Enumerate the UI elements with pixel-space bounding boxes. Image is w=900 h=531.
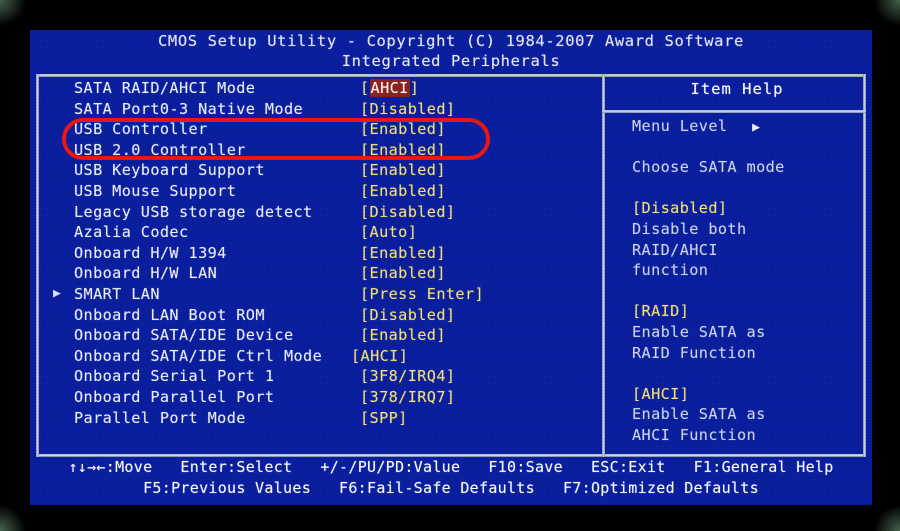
key-legend-line-2: F5:Previous Values F6:Fail-Safe Defaults…	[143, 479, 759, 497]
bios-setup-screen: CMOS Setup Utility - Copyright (C) 1984-…	[30, 30, 872, 505]
settings-list[interactable]: SATA RAID/AHCI Mode [AHCI] SATA Port0-3 Na…	[36, 78, 598, 478]
help-spacer	[632, 363, 862, 384]
setting-value[interactable]: [Enabled]	[360, 140, 446, 161]
setting-label: USB Controller	[74, 120, 208, 139]
key-legend-line-1: ↑↓→←:Move Enter:Select +/-/PU/PD:Value F…	[68, 458, 834, 476]
help-option-line: Enable SATA as	[632, 405, 766, 424]
help-description: Choose SATA mode	[632, 158, 785, 177]
setting-row[interactable]: Onboard H/W 1394 [Enabled]	[36, 243, 598, 264]
menu-level-row: Menu Level ▶	[632, 116, 862, 137]
setting-value[interactable]: [Enabled]	[360, 181, 446, 202]
setting-row[interactable]: Azalia Codec [Auto]	[36, 222, 598, 243]
setting-row[interactable]: ▶ SMART LAN [Press Enter]	[36, 284, 598, 305]
setting-row[interactable]: USB Keyboard Support [Enabled]	[36, 160, 598, 181]
key-legend-footer: ↑↓→←:Move Enter:Select +/-/PU/PD:Value F…	[30, 457, 872, 499]
setting-value[interactable]: [Enabled]	[360, 119, 446, 140]
value-bracket-open: [	[360, 79, 370, 97]
setting-label: Onboard LAN Boot ROM	[74, 305, 265, 324]
panel-divider	[602, 74, 605, 457]
setting-label: Azalia Codec	[74, 223, 189, 242]
setting-label: Onboard SATA/IDE Ctrl Mode	[74, 346, 323, 365]
setting-row[interactable]: Onboard SATA/IDE Ctrl Mode [AHCI]	[36, 346, 598, 367]
bios-header: CMOS Setup Utility - Copyright (C) 1984-…	[30, 30, 872, 71]
setting-row[interactable]: Onboard LAN Boot ROM [Disabled]	[36, 305, 598, 326]
item-help-title: Item Help	[690, 80, 784, 98]
setting-value[interactable]: [Enabled]	[360, 160, 446, 181]
help-option-line: RAID Function	[632, 343, 757, 362]
setting-label: USB Mouse Support	[74, 181, 237, 200]
setting-value[interactable]: [Press Enter]	[360, 284, 484, 305]
monitor-frame: CMOS Setup Utility - Copyright (C) 1984-…	[0, 0, 900, 531]
setting-label: Legacy USB storage detect	[74, 202, 313, 221]
help-spacer	[632, 281, 862, 302]
help-option-name: [RAID]	[632, 302, 690, 321]
setting-row[interactable]: SATA Port0-3 Native Mode [Disabled]	[36, 99, 598, 120]
panel-border-top	[36, 74, 866, 77]
item-help-panel: Item Help Menu Level ▶ Choose SATA mode …	[608, 78, 866, 478]
setting-value[interactable]: [Auto]	[360, 222, 417, 243]
setting-label: SATA Port0-3 Native Mode	[74, 99, 304, 118]
menu-level-text: Menu Level	[632, 117, 728, 135]
setting-label: SMART LAN	[74, 284, 160, 303]
setting-label: Onboard Serial Port 1	[74, 367, 275, 386]
help-option-line: Disable both	[632, 219, 747, 238]
setting-row[interactable]: Onboard SATA/IDE Device [Enabled]	[36, 325, 598, 346]
setting-label: Onboard SATA/IDE Device	[74, 326, 294, 345]
menu-level-arrow-icon: ▶	[727, 120, 761, 135]
setting-value[interactable]: [Disabled]	[360, 99, 455, 120]
help-option-line: AHCI Function	[632, 425, 757, 444]
setting-label: Onboard H/W LAN	[74, 264, 218, 283]
help-option-name: [Disabled]	[632, 199, 728, 218]
setting-value[interactable]: [SPP]	[360, 408, 408, 429]
setting-label: Parallel Port Mode	[74, 408, 246, 427]
help-option-line: Enable SATA as	[632, 322, 766, 341]
setting-value[interactable]: [Enabled]	[360, 325, 446, 346]
setting-value[interactable]: [3F8/IRQ4]	[360, 366, 455, 387]
setting-value[interactable]: [Enabled]	[360, 243, 446, 264]
setting-label: USB Keyboard Support	[74, 161, 265, 180]
setting-row[interactable]: USB Mouse Support [Enabled]	[36, 181, 598, 202]
help-option-name: [AHCI]	[632, 384, 690, 403]
setting-value[interactable]: [Disabled]	[360, 202, 455, 223]
submenu-arrow-icon: ▶	[53, 285, 62, 301]
setting-label: SATA RAID/AHCI Mode	[74, 79, 256, 97]
setting-row[interactable]: Legacy USB storage detect [Disabled]	[36, 202, 598, 223]
help-option-line: function	[632, 261, 709, 280]
setting-value[interactable]: [AHCI]	[360, 78, 419, 99]
setting-row[interactable]: SATA RAID/AHCI Mode [AHCI]	[36, 78, 598, 99]
item-help-body: Menu Level ▶ Choose SATA mode [Disabled]…	[632, 116, 862, 446]
selected-value-highlight[interactable]: AHCI	[369, 79, 410, 97]
setting-value[interactable]: [Enabled]	[360, 263, 446, 284]
setting-row[interactable]: Onboard H/W LAN [Enabled]	[36, 263, 598, 284]
setting-label: Onboard Parallel Port	[74, 387, 275, 406]
setting-value[interactable]: [AHCI]	[351, 346, 408, 367]
help-spacer	[632, 137, 862, 158]
setting-row[interactable]: Onboard Parallel Port [378/IRQ7]	[36, 387, 598, 408]
value-bracket-close: ]	[409, 79, 420, 97]
setting-row[interactable]: Parallel Port Mode [SPP]	[36, 408, 598, 429]
setting-label: USB 2.0 Controller	[74, 140, 246, 159]
setting-value[interactable]: [378/IRQ7]	[360, 387, 455, 408]
help-spacer	[632, 178, 862, 199]
help-option-line: RAID/AHCI	[632, 240, 718, 259]
setting-row[interactable]: USB 2.0 Controller [Enabled]	[36, 140, 598, 161]
bios-title-line-1: CMOS Setup Utility - Copyright (C) 1984-…	[158, 32, 744, 50]
setting-row[interactable]: Onboard Serial Port 1 [3F8/IRQ4]	[36, 366, 598, 387]
setting-value[interactable]: [Disabled]	[360, 305, 455, 326]
setting-label: Onboard H/W 1394	[74, 243, 227, 262]
setting-row[interactable]: USB Controller [Enabled]	[36, 119, 598, 140]
bios-title-line-2: Integrated Peripherals	[341, 52, 561, 70]
